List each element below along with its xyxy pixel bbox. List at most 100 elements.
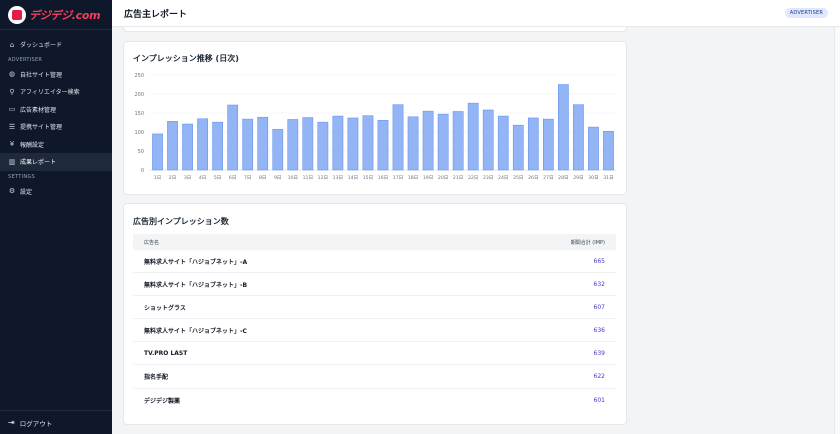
- x-tick-label: 14日: [348, 175, 358, 181]
- ad-name: 無料求人サイト「ハジョブネット」-B: [144, 281, 248, 289]
- search-icon: ⚲: [9, 87, 15, 96]
- table-row: デジデジ製薬 601: [133, 389, 616, 412]
- x-tick-label: 10日: [288, 175, 298, 181]
- list-icon: ☰: [8, 122, 16, 131]
- bar-day-12: [317, 121, 329, 171]
- logo-text: デジデジ.com: [29, 8, 101, 22]
- bar-day-16: [377, 119, 389, 171]
- bar-day-22: [467, 102, 479, 171]
- x-tick-label: 4日: [199, 175, 207, 181]
- home-icon: ⌂: [9, 40, 15, 49]
- sidebar-item-label: 提携サイト管理: [20, 124, 63, 132]
- ad-total: 622: [593, 373, 605, 381]
- x-tick-label: 8日: [259, 175, 267, 181]
- ad-total: 607: [593, 303, 605, 311]
- x-tick-label: 17日: [393, 175, 403, 181]
- bar-day-5: [212, 121, 224, 171]
- page-scrollbar[interactable]: [834, 27, 840, 434]
- bar-day-18: [407, 116, 419, 171]
- bar-day-17: [392, 104, 404, 171]
- table-row: 指名手配 622: [133, 365, 616, 389]
- brand-logo[interactable]: デジデジ.com: [0, 0, 112, 30]
- x-tick-label: 26日: [528, 175, 538, 181]
- sidebar-item-site-management[interactable]: ◍ 自社サイト管理: [0, 66, 112, 84]
- sidebar-nav: ⌂ ダッシュボード ADVERTISER ◍ 自社サイト管理 ⚲ アフィリエイタ…: [0, 30, 112, 200]
- sidebar-item-label: 設定: [20, 188, 33, 196]
- x-tick-label: 23日: [483, 175, 493, 181]
- x-tick-label: 5日: [214, 175, 222, 181]
- bar-day-21: [452, 111, 464, 171]
- table-row: TV.PRO LAST 639: [133, 342, 616, 366]
- x-tick-label: 11日: [303, 175, 313, 181]
- section-label-advertiser: ADVERTISER: [8, 56, 43, 63]
- ad-total: 665: [593, 257, 605, 265]
- y-tick-label: 50: [138, 149, 144, 155]
- sidebar-item-partner-sites[interactable]: ☰ 提携サイト管理: [0, 118, 112, 136]
- sidebar: デジデジ.com ⌂ ダッシュボード ADVERTISER ◍ 自社サイト管理 …: [0, 0, 112, 434]
- ad-name: 無料求人サイト「ハジョブネット」-A: [144, 258, 248, 266]
- x-tick-label: 27日: [543, 175, 553, 181]
- sidebar-item-label: 広告素材管理: [20, 106, 57, 114]
- ad-name: 無料求人サイト「ハジョブネット」-C: [144, 327, 247, 335]
- image-icon: ▭: [8, 105, 16, 114]
- x-tick-label: 29日: [573, 175, 583, 181]
- page-title: 広告主レポート: [124, 9, 188, 20]
- ad-total: 601: [593, 396, 605, 404]
- x-tick-label: 7日: [244, 175, 252, 181]
- table-header: 広告名 期間合計 (IMP): [133, 234, 616, 250]
- section-label-settings: SETTINGS: [8, 173, 36, 180]
- table-title: 広告別インプレッション数: [133, 217, 229, 226]
- logo-icon: [8, 5, 26, 24]
- gear-icon: ⚙: [8, 187, 16, 196]
- bar-day-14: [347, 117, 359, 171]
- x-tick-label: 21日: [453, 175, 463, 181]
- bar-day-7: [242, 118, 254, 171]
- sidebar-item-reward-settings[interactable]: ¥ 報酬設定: [0, 136, 112, 154]
- bar-day-25: [512, 124, 524, 171]
- sidebar-item-label: 自社サイト管理: [20, 71, 63, 79]
- ad-total: 632: [593, 280, 605, 288]
- table-row: 無料求人サイト「ハジョブネット」-C 636: [133, 319, 616, 343]
- col-period-total: 期間合計 (IMP): [570, 239, 605, 246]
- ad-total: 639: [593, 349, 605, 357]
- ad-total: 636: [593, 326, 605, 334]
- x-tick-label: 24日: [498, 175, 508, 181]
- sidebar-item-settings[interactable]: ⚙ 設定: [0, 183, 112, 201]
- top-header: 広告主レポート ADVERTISER: [112, 0, 840, 27]
- col-ad-name: 広告名: [144, 239, 160, 246]
- x-tick-label: 31日: [603, 175, 613, 181]
- sidebar-item-label: アフィリエイター検索: [20, 89, 80, 97]
- x-tick-label: 9日: [274, 175, 282, 181]
- ad-impressions-table: 広告名 期間合計 (IMP) 無料求人サイト「ハジョブネット」-A 665 無料…: [133, 234, 616, 412]
- x-tick-label: 6日: [229, 175, 237, 181]
- y-tick-label: 0: [141, 168, 144, 174]
- bar-day-24: [497, 115, 509, 171]
- sidebar-item-label: 報酬設定: [20, 141, 45, 149]
- globe-icon: ◍: [8, 70, 16, 79]
- x-tick-label: 19日: [423, 175, 433, 181]
- bar-day-9: [272, 129, 284, 171]
- sidebar-item-ad-materials[interactable]: ▭ 広告素材管理: [0, 101, 112, 119]
- bar-day-11: [302, 117, 314, 171]
- bar-day-27: [542, 118, 554, 171]
- y-tick-label: 100: [134, 130, 144, 136]
- logout-button[interactable]: ⇥ ログアウト: [0, 410, 112, 434]
- sidebar-item-dashboard[interactable]: ⌂ ダッシュボード: [0, 36, 112, 54]
- sidebar-item-affiliate-search[interactable]: ⚲ アフィリエイター検索: [0, 83, 112, 101]
- bar-day-31: [603, 130, 614, 171]
- sidebar-item-label: 成果レポート: [20, 159, 57, 167]
- impressions-bar-chart: 0 50 100 150 200 250 1日 2日 3日 4日 5日 6日 7日 8日 9日 10日 11日 1…: [134, 73, 616, 181]
- impressions-chart-card: インプレッション推移 (日次) 0 50 100 150 200 250 1日 2日 3日 4日 5…: [124, 42, 626, 194]
- bar-day-15: [362, 115, 374, 171]
- table-row: 無料求人サイト「ハジョブネット」-A 665: [133, 250, 616, 274]
- y-tick-label: 150: [134, 111, 144, 117]
- x-tick-label: 13日: [333, 175, 343, 181]
- bar-day-29: [573, 104, 584, 171]
- logout-label: ログアウト: [19, 419, 53, 428]
- x-tick-label: 25日: [513, 175, 523, 181]
- bar-day-6: [227, 104, 239, 171]
- sidebar-item-performance-report[interactable]: ▥ 成果レポート: [0, 153, 112, 171]
- x-tick-label: 20日: [438, 175, 448, 181]
- x-tick-label: 1日: [154, 175, 162, 181]
- ad-name: TV.PRO LAST: [144, 349, 188, 357]
